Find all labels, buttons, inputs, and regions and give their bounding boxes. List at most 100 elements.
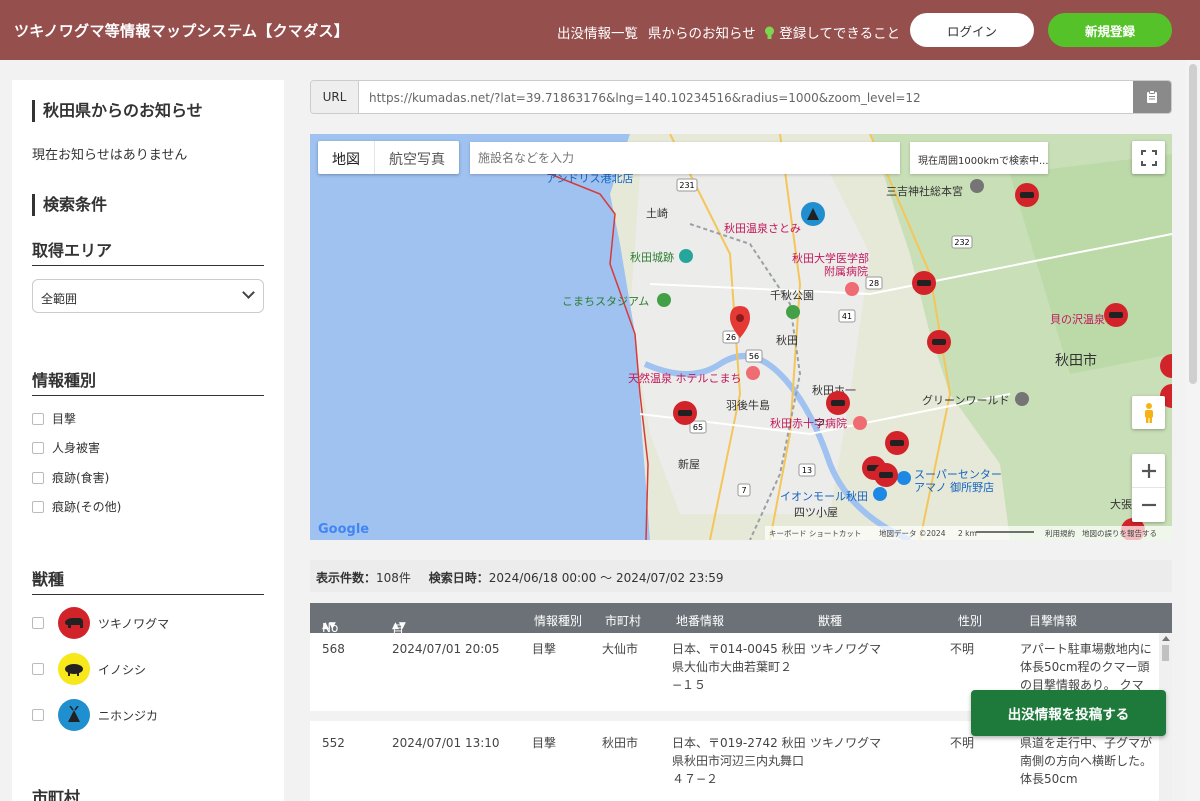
- col-header-sex: 性別: [958, 614, 983, 628]
- map-label: グリーンワールド: [922, 393, 1009, 407]
- site-logo[interactable]: ツキノワグマ等情報マップシステム【クマダス】: [14, 20, 349, 41]
- cell-type: 目撃: [532, 642, 557, 656]
- map-label: 天然温泉 ホテルこまち: [628, 371, 742, 385]
- zoom-out-button[interactable]: [1132, 488, 1165, 521]
- attribution-report[interactable]: 地図の誤りを報告する: [1082, 528, 1157, 538]
- map-view[interactable]: 秋田市 秋田温泉さとみ 秋田大学医学部 附属病院 秋田城跡 こまちスタジアム 千…: [310, 134, 1172, 540]
- boar-icon: [58, 653, 90, 685]
- login-button[interactable]: ログイン: [910, 13, 1034, 47]
- hospital-poi-icon[interactable]: [853, 416, 867, 430]
- info-type-option[interactable]: 目撃: [32, 410, 76, 427]
- deer-marker-icon[interactable]: [801, 202, 825, 226]
- map-label: 秋田温泉さとみ: [724, 221, 801, 235]
- map-label: 羽後牛島: [726, 398, 770, 412]
- share-url-input[interactable]: https://kumadas.net/?lat=39.71863176&lng…: [369, 91, 921, 105]
- shop-poi-icon[interactable]: [897, 471, 911, 485]
- bear-marker-icon[interactable]: [1104, 303, 1128, 327]
- area-select-value: 全範囲: [41, 292, 78, 306]
- area-select[interactable]: 全範囲: [32, 279, 264, 313]
- bear-marker-icon[interactable]: [826, 391, 850, 415]
- cell-datetime: 2024/07/01 20:05: [392, 642, 500, 656]
- cell-address: −１５: [672, 678, 707, 692]
- info-type-option[interactable]: 人身被害: [32, 439, 100, 456]
- hotel-poi-icon[interactable]: [746, 366, 760, 380]
- cell-address: 県大仙市大曲若葉町２: [672, 660, 793, 674]
- info-type-label: 痕跡(その他): [52, 500, 122, 514]
- nav-news-link[interactable]: 県からのお知らせ: [648, 22, 756, 42]
- poi-icon[interactable]: [1015, 392, 1029, 406]
- checkbox[interactable]: [32, 471, 44, 484]
- cell-datetime: 2024/07/01 13:10: [392, 736, 500, 750]
- info-type-option[interactable]: 痕跡(その他): [32, 498, 121, 515]
- map-label: 秋田城跡: [630, 250, 674, 264]
- deer-icon: [58, 699, 90, 731]
- fullscreen-icon: [1140, 149, 1157, 166]
- species-option-deer[interactable]: ニホンジカ: [32, 699, 158, 731]
- info-type-heading: 情報種別: [32, 367, 264, 396]
- attribution-data: 地図データ ©2024: [879, 528, 946, 538]
- park-poi-icon[interactable]: [786, 305, 800, 319]
- plus-icon: [1141, 463, 1156, 478]
- pegman-icon: [1144, 402, 1153, 423]
- attribution-terms[interactable]: 利用規約: [1045, 528, 1075, 538]
- bear-marker-icon[interactable]: [1015, 183, 1039, 207]
- nav-features-link[interactable]: 登録してできること: [764, 22, 900, 42]
- route-shield: 232: [954, 238, 969, 247]
- register-button[interactable]: 新規登録: [1048, 13, 1172, 47]
- stadium-poi-icon[interactable]: [657, 293, 671, 307]
- street-view-pegman[interactable]: [1132, 396, 1165, 429]
- map-label: 秋田赤十字病院: [770, 416, 847, 430]
- col-header-city: 市町村: [605, 614, 642, 628]
- info-type-option[interactable]: 痕跡(食害): [32, 469, 109, 486]
- col-header-info: 目撃情報: [1029, 614, 1078, 628]
- cell-info: 県道を走行中、子グマが: [1020, 736, 1153, 750]
- bear-marker-icon[interactable]: [912, 271, 936, 295]
- shop-poi-icon[interactable]: [873, 487, 887, 501]
- scroll-up-arrow[interactable]: [1162, 636, 1170, 641]
- hospital-poi-icon[interactable]: [845, 282, 859, 296]
- zoom-in-button[interactable]: [1132, 454, 1165, 488]
- checkbox[interactable]: [32, 500, 44, 513]
- count-label: 表示件数：: [316, 571, 377, 585]
- scroll-thumb[interactable]: [1189, 64, 1197, 384]
- species-option-bear[interactable]: ツキノワグマ: [32, 607, 169, 639]
- scroll-thumb[interactable]: [1162, 645, 1169, 661]
- news-empty-text: 現在お知らせはありません: [32, 148, 188, 163]
- copy-url-button[interactable]: [1133, 81, 1171, 113]
- tab-aerial[interactable]: 航空写真: [375, 141, 459, 174]
- map-label: イオンモール秋田: [780, 489, 868, 503]
- result-summary: 表示件数：108件 検索日時：2024/06/18 00:00 〜 2024/0…: [310, 560, 1172, 592]
- bear-marker-icon[interactable]: [885, 431, 909, 455]
- cell-address: 日本、〒014-0045 秋田: [672, 642, 806, 656]
- species-heading: 獣種: [32, 566, 264, 595]
- park-poi-icon[interactable]: [679, 249, 693, 263]
- bear-marker-icon[interactable]: [927, 330, 951, 354]
- map-label: こまちスタジアム: [562, 295, 649, 308]
- tab-map[interactable]: 地図: [318, 141, 375, 174]
- checkbox[interactable]: [32, 412, 44, 425]
- facility-search-input[interactable]: [470, 142, 900, 174]
- checkbox[interactable]: [32, 617, 44, 629]
- map-label: 秋田市: [1055, 352, 1097, 369]
- cell-type: 目撃: [532, 736, 557, 750]
- bear-marker-icon[interactable]: [874, 463, 898, 487]
- col-header-type: 情報種別: [534, 614, 583, 628]
- cell-info: アパート駐車場敷地内に: [1020, 642, 1152, 656]
- nav-sightings-link[interactable]: 出没情報一覧: [557, 22, 638, 42]
- attribution-keys[interactable]: キーボード ショートカット: [769, 529, 861, 538]
- fullscreen-button[interactable]: [1132, 141, 1165, 174]
- checkbox[interactable]: [32, 709, 44, 721]
- page-scrollbar[interactable]: [1186, 60, 1200, 801]
- checkbox[interactable]: [32, 663, 44, 675]
- checkbox[interactable]: [32, 441, 44, 454]
- date-value: 2024/06/18 00:00 〜 2024/07/02 23:59: [488, 571, 724, 585]
- route-shield: 65: [693, 423, 703, 432]
- species-option-boar[interactable]: イノシシ: [32, 653, 146, 685]
- minus-icon: [1141, 503, 1156, 506]
- clipboard-icon: [1147, 90, 1157, 103]
- city-heading: 市町村: [32, 784, 264, 801]
- post-sighting-button[interactable]: 出没情報を投稿する: [971, 690, 1166, 736]
- shrine-poi-icon[interactable]: [970, 179, 984, 193]
- bear-marker-icon[interactable]: [673, 401, 697, 425]
- map-canvas[interactable]: 秋田市 秋田温泉さとみ 秋田大学医学部 附属病院 秋田城跡 こまちスタジアム 千…: [310, 134, 1172, 540]
